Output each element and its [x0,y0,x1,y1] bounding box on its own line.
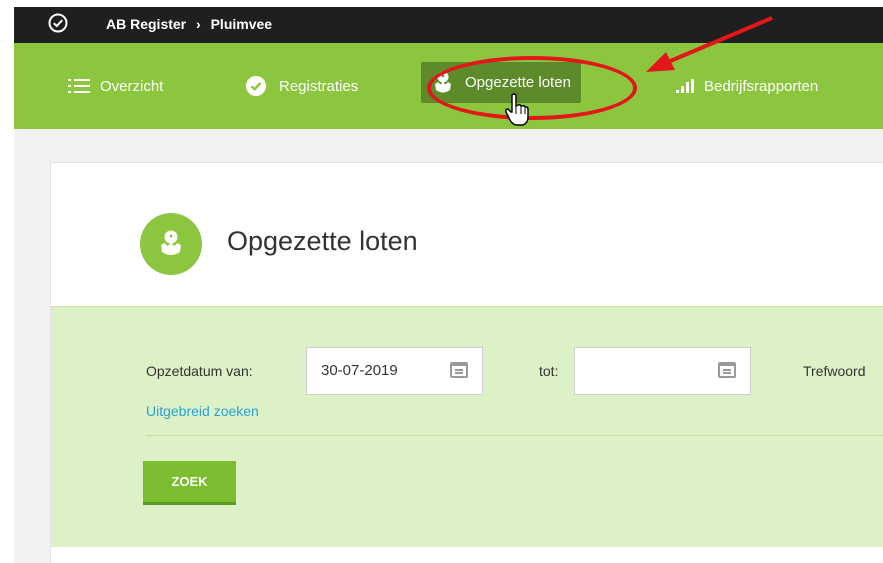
chick-icon [433,70,453,96]
nav-item-bedrijfsrapporten[interactable]: Bedrijfsrapporten [676,43,818,129]
breadcrumb-separator: › [196,16,201,32]
nav-item-opgezette-loten[interactable]: Opgezette loten [421,62,581,103]
list-icon [68,78,90,94]
bar-chart-icon [676,79,694,93]
search-filter: Opzetdatum van: 30-07-2019 tot: Trefwoor… [51,306,883,547]
nav-label: Registraties [279,77,359,95]
from-date-input[interactable]: 30-07-2019 [306,347,483,395]
from-date-label: Opzetdatum van: [146,363,253,379]
to-date-label: tot: [539,363,559,379]
page-title: Opgezette loten [227,226,418,256]
main-nav: Overzicht Registraties Opgezette loten B… [14,43,883,129]
check-circle-icon [246,76,266,96]
nav-label: Bedrijfsrapporten [704,77,819,95]
top-bar: AB Register › Pluimvee [14,7,883,43]
nav-item-registraties[interactable]: Registraties [246,43,358,129]
divider [146,435,883,436]
nav-label: Overzicht [100,77,164,95]
nav-item-overzicht[interactable]: Overzicht [68,43,163,129]
from-date-value: 30-07-2019 [321,362,398,379]
to-date-input[interactable] [574,347,751,395]
search-button[interactable]: ZOEK [143,461,236,505]
calendar-icon[interactable] [718,362,736,378]
advanced-search-link[interactable]: Uitgebreid zoeken [146,403,259,419]
app-window: AB Register › Pluimvee Overzicht Registr… [14,7,883,563]
chick-icon [161,230,181,255]
keyword-label: Trefwoord [803,363,866,379]
content-panel: Opgezette loten Opzetdatum van: 30-07-20… [50,162,883,563]
check-circle-icon [48,13,68,33]
breadcrumb-section[interactable]: Pluimvee [211,16,272,32]
page-title-icon [140,213,202,275]
breadcrumb-app[interactable]: AB Register [106,16,186,32]
nav-label: Opgezette loten [465,74,571,91]
calendar-icon[interactable] [450,362,468,378]
breadcrumb: AB Register › Pluimvee [106,16,272,32]
